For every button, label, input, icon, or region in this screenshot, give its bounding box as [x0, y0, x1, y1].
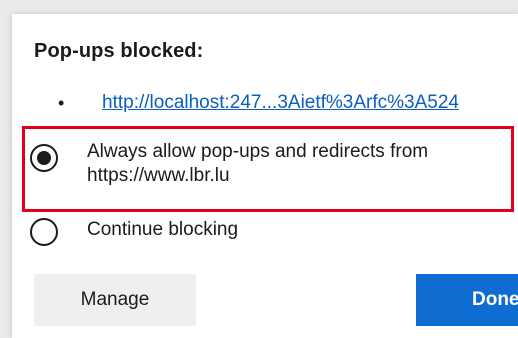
done-button[interactable]: Done: [416, 274, 518, 326]
radio-checked-icon[interactable]: [30, 144, 58, 172]
radio-dot: [37, 151, 51, 165]
manage-button[interactable]: Manage: [34, 274, 196, 326]
list-bullet: •: [58, 93, 65, 113]
continue-blocking-label: Continue blocking: [87, 219, 239, 240]
popup-blocked-dialog: Pop-ups blocked: • http://localhost:247.…: [12, 14, 518, 338]
always-allow-option[interactable]: Always allow pop-ups and redirects from …: [30, 136, 487, 188]
always-allow-label: Always allow pop-ups and redirects from …: [87, 141, 429, 186]
continue-blocking-option[interactable]: Continue blocking: [30, 210, 487, 246]
dialog-title: Pop-ups blocked:: [34, 40, 204, 62]
radio-unchecked-icon[interactable]: [30, 218, 58, 246]
blocked-popup-link[interactable]: http://localhost:247...3Aietf%3Arfc%3A52…: [102, 92, 459, 114]
